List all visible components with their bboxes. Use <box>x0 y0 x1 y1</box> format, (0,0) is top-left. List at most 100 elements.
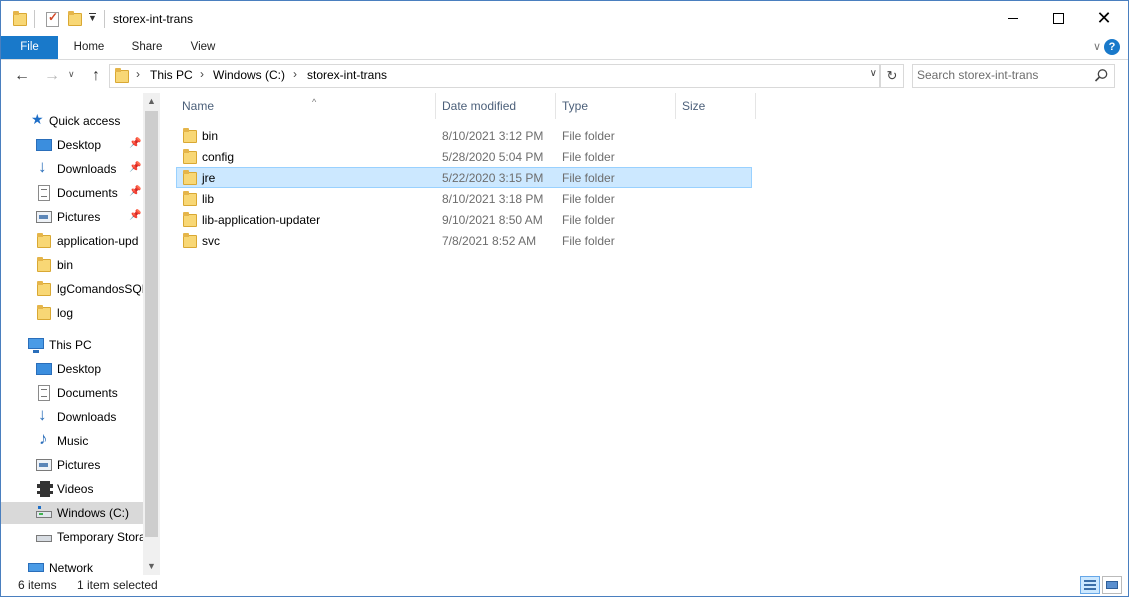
minimize-icon <box>1008 17 1018 19</box>
file-name: lib-application-updater <box>202 213 321 227</box>
back-button[interactable]: ← <box>11 65 33 87</box>
status-bar: 6 items 1 item selected <box>1 575 1128 596</box>
title-bar: ▼ storex-int-trans ✕ <box>1 1 1128 37</box>
search-box[interactable] <box>912 64 1115 88</box>
tab-share[interactable]: Share <box>121 36 173 59</box>
new-folder-icon[interactable] <box>68 11 82 27</box>
nav-qa-log[interactable]: log <box>1 302 143 324</box>
scroll-up-icon[interactable]: ▲ <box>143 93 160 110</box>
nav-label: Documents <box>57 186 118 200</box>
details-view-button[interactable] <box>1080 576 1100 594</box>
nav-pc-documents[interactable]: Documents <box>1 382 143 404</box>
pin-icon[interactable]: 📌 <box>129 162 141 173</box>
file-name: lib <box>202 192 215 206</box>
pin-icon[interactable]: 📌 <box>129 138 141 149</box>
column-header-size[interactable]: Size <box>676 93 756 119</box>
customize-quick-access-icon[interactable]: ▼ <box>88 13 97 23</box>
nav-network[interactable]: Network <box>1 557 143 575</box>
file-date: 8/10/2021 3:12 PM <box>442 129 544 143</box>
nav-label: Pictures <box>57 458 101 472</box>
folder-icon <box>183 233 197 249</box>
breadcrumb-storex-int-trans[interactable]: storex-int-trans <box>307 68 387 82</box>
nav-pc-windows-c[interactable]: Windows (C:) <box>1 502 143 524</box>
search-input[interactable] <box>917 67 1087 83</box>
star-icon <box>31 111 47 129</box>
chevron-right-icon[interactable]: › <box>200 67 204 81</box>
nav-pane-scrollbar[interactable]: ▲ ▼ <box>143 93 160 575</box>
nav-label: bin <box>57 258 74 272</box>
address-dropdown-icon[interactable]: ∨ <box>870 68 877 79</box>
large-icons-view-button[interactable] <box>1102 576 1122 594</box>
breadcrumb-this-pc[interactable]: This PC <box>150 68 193 82</box>
scroll-down-icon[interactable]: ▼ <box>143 558 160 575</box>
pictures-icon <box>36 211 52 223</box>
nav-pc-downloads[interactable]: Downloads <box>1 405 143 428</box>
desktop-icon <box>36 139 52 151</box>
pictures-icon <box>36 459 52 471</box>
videos-icon <box>37 481 53 497</box>
desktop-icon <box>36 363 52 375</box>
minimize-button[interactable] <box>990 1 1036 35</box>
tab-home[interactable]: Home <box>63 36 115 59</box>
nav-label: Music <box>57 434 89 448</box>
column-header-name[interactable]: Name ^ <box>176 93 436 119</box>
properties-icon[interactable] <box>46 10 59 27</box>
ribbon: File Home Share View ∨ ? <box>1 36 1128 60</box>
folder-icon <box>13 11 27 27</box>
selection-count: 1 item selected <box>77 578 158 592</box>
pin-icon[interactable]: 📌 <box>129 186 141 197</box>
file-row[interactable]: lib-application-updater 9/10/2021 8:50 A… <box>176 209 752 230</box>
chevron-right-icon[interactable]: › <box>293 67 297 81</box>
nav-qa-downloads[interactable]: Downloads 📌 <box>1 157 143 180</box>
nav-this-pc[interactable]: This PC <box>1 334 143 356</box>
file-row[interactable]: bin 8/10/2021 3:12 PM File folder <box>176 125 752 146</box>
close-button[interactable]: ✕ <box>1081 1 1127 35</box>
help-icon[interactable]: ? <box>1104 39 1120 55</box>
nav-qa-desktop[interactable]: Desktop 📌 <box>1 134 143 156</box>
nav-pc-pictures[interactable]: Pictures <box>1 454 143 476</box>
nav-qa-pictures[interactable]: Pictures 📌 <box>1 206 143 228</box>
folder-icon <box>183 170 197 186</box>
folder-icon <box>183 191 197 207</box>
nav-pc-music[interactable]: Music <box>1 429 143 452</box>
file-row[interactable]: svc 7/8/2021 8:52 AM File folder <box>176 230 752 251</box>
nav-label: Temporary Stora <box>57 530 143 544</box>
file-row[interactable]: jre 5/22/2020 3:15 PM File folder <box>176 167 752 188</box>
tab-view[interactable]: View <box>179 36 227 59</box>
forward-button[interactable]: → <box>41 65 63 87</box>
pin-icon[interactable]: 📌 <box>129 210 141 221</box>
window-title: storex-int-trans <box>113 12 194 26</box>
file-type: File folder <box>562 150 615 164</box>
file-date: 8/10/2021 3:18 PM <box>442 192 544 206</box>
recent-locations-icon[interactable]: ∨ <box>68 69 75 80</box>
file-row[interactable]: config 5/28/2020 5:04 PM File folder <box>176 146 752 167</box>
address-bar[interactable]: › This PC › Windows (C:) › storex-int-tr… <box>109 64 880 88</box>
file-type: File folder <box>562 234 615 248</box>
refresh-button[interactable]: ↻ <box>880 64 904 88</box>
nav-pc-temporary-storage[interactable]: Temporary Stora <box>1 526 143 548</box>
expand-ribbon-icon[interactable]: ∨ <box>1093 40 1101 53</box>
column-header-type[interactable]: Type <box>556 93 676 119</box>
scrollbar-thumb[interactable] <box>145 111 158 537</box>
column-header-date-modified[interactable]: Date modified <box>436 93 556 119</box>
tab-file[interactable]: File <box>1 36 58 59</box>
column-label: Type <box>562 99 589 113</box>
nav-qa-lgcomandossql[interactable]: lgComandosSQL <box>1 278 143 300</box>
column-label: Date modified <box>442 99 517 113</box>
maximize-button[interactable] <box>1035 1 1081 35</box>
up-button[interactable]: ↑ <box>85 65 107 87</box>
search-icon[interactable] <box>1094 68 1109 83</box>
file-date: 9/10/2021 8:50 AM <box>442 213 543 227</box>
folder-icon <box>183 212 197 228</box>
file-name: jre <box>202 171 216 185</box>
nav-qa-application-upd[interactable]: application-upd <box>1 230 143 252</box>
explorer-window: ▼ storex-int-trans ✕ File Home Share Vie… <box>0 0 1129 597</box>
breadcrumb-windows-c[interactable]: Windows (C:) <box>213 68 285 82</box>
chevron-right-icon[interactable]: › <box>136 67 140 81</box>
nav-quick-access[interactable]: Quick access <box>1 110 143 132</box>
file-row[interactable]: lib 8/10/2021 3:18 PM File folder <box>176 188 752 209</box>
nav-qa-documents[interactable]: Documents 📌 <box>1 182 143 204</box>
nav-qa-bin[interactable]: bin <box>1 254 143 276</box>
nav-pc-videos[interactable]: Videos <box>1 478 143 500</box>
nav-pc-desktop[interactable]: Desktop <box>1 358 143 380</box>
